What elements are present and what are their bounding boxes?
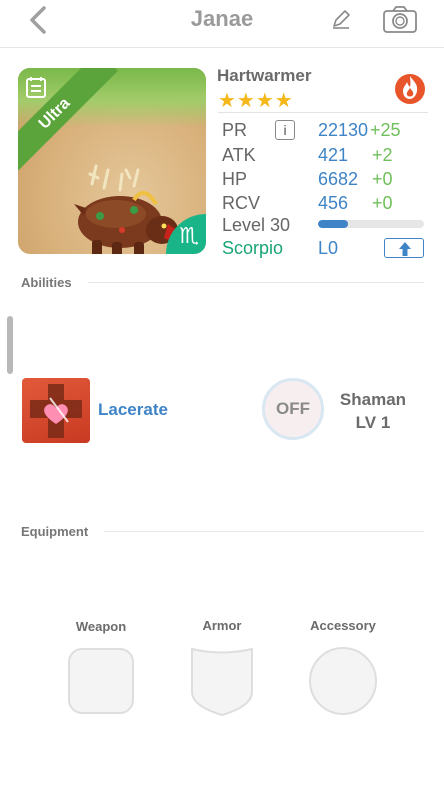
scrollbar[interactable] (7, 316, 13, 374)
upgrade-button[interactable] (384, 238, 424, 258)
level-progress-fill (318, 220, 348, 228)
page-title: Janae (190, 6, 254, 31)
stat-hp-label: HP (222, 169, 248, 189)
stat-atk-value: 421 (318, 145, 349, 165)
armor-slot[interactable] (189, 646, 255, 718)
top-bar: Janae (0, 0, 444, 48)
stat-atk-bonus: +2 (372, 145, 393, 165)
stat-pr-bonus: +25 (370, 120, 401, 140)
stat-pr-value: 22130 (318, 120, 369, 140)
class-name: Shaman (339, 390, 407, 409)
level-progress-bar (318, 220, 424, 228)
level-label: Level 30 (222, 215, 291, 235)
monster-portrait[interactable]: Ultra ♏ (18, 68, 206, 254)
accessory-slot[interactable] (309, 647, 377, 715)
card-list-icon (26, 77, 46, 98)
lacerate-ability-icon[interactable] (22, 378, 90, 443)
zodiac-sign-name: Scorpio (222, 238, 284, 258)
stat-rcv-label: RCV (222, 193, 261, 213)
stat-hp-value: 6682 (318, 169, 359, 189)
weapon-slot[interactable] (68, 648, 134, 714)
heart-cross-icon (30, 384, 82, 438)
stat-atk-label: ATK (222, 145, 256, 165)
abilities-section-label: Abilities (21, 275, 72, 290)
camera-icon[interactable] (382, 4, 418, 34)
fire-icon (395, 74, 425, 104)
accessory-label: Accessory (310, 618, 376, 633)
class-level: LV 1 (355, 413, 391, 432)
armor-label: Armor (202, 618, 242, 633)
abilities-divider (88, 282, 424, 283)
pencil-icon[interactable] (330, 8, 352, 30)
info-button[interactable]: i (275, 120, 295, 140)
equipment-divider (104, 531, 424, 532)
stat-rcv-bonus: +0 (372, 193, 393, 213)
stat-hp-bonus: +0 (372, 169, 393, 189)
monster-name: Hartwarmer (217, 66, 312, 85)
stat-rcv-value: 456 (318, 193, 349, 213)
ability-name[interactable]: Lacerate (98, 400, 168, 420)
arrow-up-icon (399, 242, 411, 256)
stat-pr-label: PR (222, 120, 248, 140)
ability-toggle-off[interactable]: OFF (262, 378, 324, 440)
star-rating: ★★★★ (218, 90, 294, 112)
stats-divider (218, 112, 428, 113)
equipment-section-label: Equipment (21, 524, 89, 539)
weapon-label: Weapon (75, 619, 127, 634)
zodiac-level: L0 (318, 238, 339, 258)
